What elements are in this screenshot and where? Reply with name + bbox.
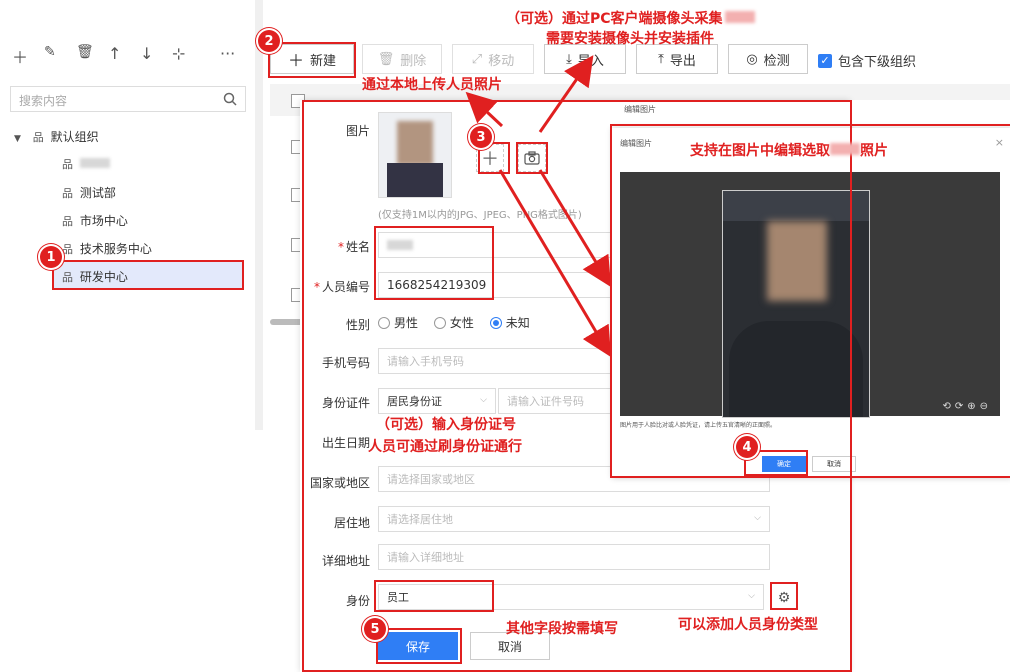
step-badge-3: 3 [470, 126, 492, 148]
highlight-rd [52, 260, 244, 290]
highlight-identity [374, 580, 494, 612]
blurred-word [724, 11, 755, 23]
step-badge-1: 1 [40, 246, 62, 268]
note-camera-1: （可选）通过PC客户端摄像头采集 [506, 8, 755, 28]
step-badge-5: 5 [364, 618, 386, 640]
note-edit: 支持在图片中编辑选取 照片 [690, 143, 888, 159]
note-identity: 可以添加人员身份类型 [678, 617, 818, 633]
note-other: 其他字段按需填写 [506, 621, 618, 637]
highlight-save [376, 628, 462, 664]
highlight-editor [610, 124, 1010, 478]
step-badge-4: 4 [736, 436, 758, 458]
highlight-new [268, 42, 356, 78]
note-camera-2: 需要安装摄像头并安装插件 [546, 31, 714, 47]
note-idcard-1: （可选）输入身份证号 [376, 417, 516, 433]
step-badge-2: 2 [258, 30, 280, 52]
highlight-gear [770, 582, 798, 610]
blurred-word [830, 143, 860, 155]
note-idcard-2: 人员可通过刷身份证通行 [368, 439, 522, 455]
note-upload: 通过本地上传人员照片 [362, 77, 502, 93]
